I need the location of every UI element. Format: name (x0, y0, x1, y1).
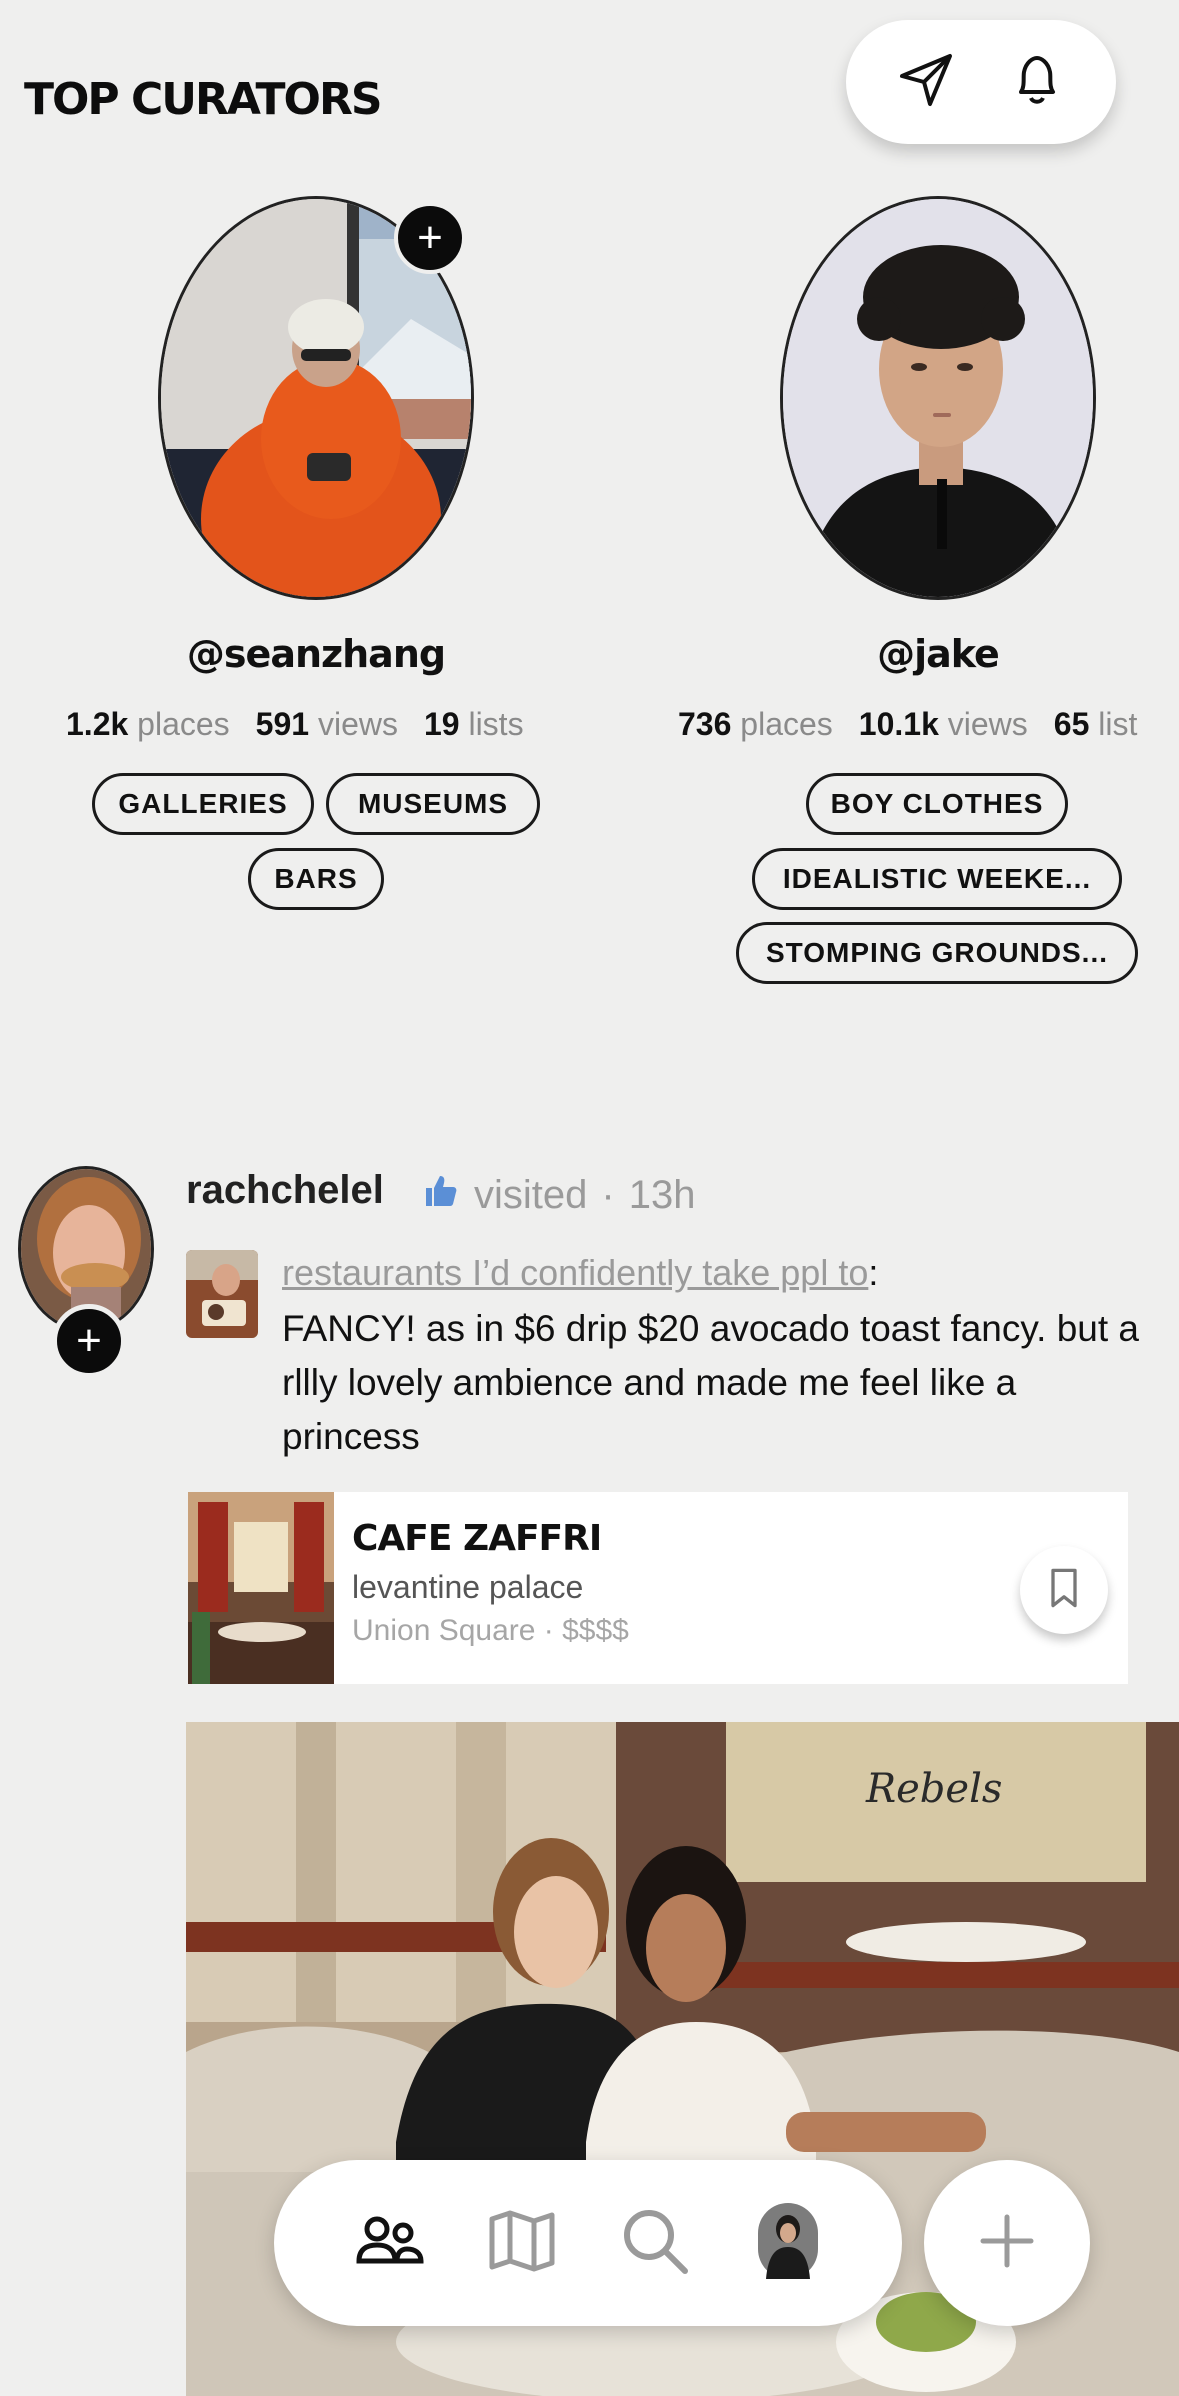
curator-avatar-jake[interactable] (780, 196, 1096, 600)
feed-meta: visited · 13h (420, 1170, 695, 1220)
place-subtitle: levantine palace (352, 1569, 584, 1605)
views-label: views (947, 706, 1028, 742)
tag-chip-bars[interactable]: BARS (248, 848, 384, 910)
feed-time: 13h (628, 1172, 696, 1217)
curator-handle-jake[interactable]: @jake (780, 632, 1096, 676)
tag-chip-galleries[interactable]: GALLERIES (92, 773, 314, 835)
place-name: CAFE ZAFFRI (352, 1518, 602, 1559)
map-icon[interactable] (484, 2203, 560, 2284)
send-icon[interactable] (894, 48, 958, 117)
places-count: 1.2k (66, 706, 129, 742)
lists-label: list (1098, 706, 1138, 742)
follow-seanzhang-button[interactable]: + (394, 202, 466, 274)
top-actions-pill (846, 20, 1116, 144)
views-label: views (317, 706, 398, 742)
feed-username[interactable]: rachchelel (186, 1168, 384, 1213)
list-link[interactable]: restaurants I’d confidently take ppl to: (282, 1252, 878, 1294)
curator-stats-seanzhang: 1.2k places 591 views 19 lists (66, 706, 524, 743)
people-icon[interactable] (351, 2203, 427, 2284)
profile-avatar[interactable] (750, 2202, 826, 2284)
search-icon[interactable] (617, 2203, 693, 2284)
lists-count: 65 (1053, 706, 1090, 742)
follow-rachchelel-button[interactable]: + (52, 1304, 126, 1378)
places-count: 736 (678, 706, 732, 742)
places-label: places (137, 706, 230, 742)
add-post-button[interactable] (924, 2160, 1090, 2326)
list-name: restaurants I’d confidently take ppl to (282, 1252, 869, 1293)
place-location: Union Square · $$$$ (352, 1614, 629, 1647)
bell-icon[interactable] (1005, 48, 1069, 117)
list-thumbnail[interactable] (186, 1250, 258, 1338)
list-colon: : (868, 1252, 879, 1293)
bottom-nav-bar (274, 2160, 902, 2326)
feed-action: visited (474, 1172, 588, 1217)
tag-chip-museums[interactable]: MUSEUMS (326, 773, 540, 835)
place-card[interactable]: CAFE ZAFFRI levantine palace Union Squar… (188, 1492, 1128, 1684)
page-title: TOP CURATORS (24, 74, 383, 125)
views-count: 10.1k (858, 706, 939, 742)
lists-count: 19 (423, 706, 460, 742)
bookmark-button[interactable] (1020, 1546, 1108, 1634)
views-count: 591 (255, 706, 310, 742)
places-label: places (740, 706, 833, 742)
review-text: FANCY! as in $6 drip $20 avocado toast f… (282, 1308, 1139, 1457)
curator-stats-jake: 736 places 10.1k views 65 list (678, 706, 1137, 743)
plus-icon (977, 2211, 1037, 2276)
photo-sign: Rebels (865, 1766, 1002, 1812)
place-thumbnail (188, 1492, 334, 1684)
meta-separator: · (601, 1172, 615, 1217)
bookmark-icon (1042, 1566, 1086, 1615)
tag-chip-idealistic-weekend[interactable]: IDEALISTIC WEEKE... (752, 848, 1122, 910)
thumbs-up-icon (420, 1170, 460, 1220)
tag-chip-boy-clothes[interactable]: BOY CLOTHES (806, 773, 1068, 835)
curator-handle-seanzhang[interactable]: @seanzhang (158, 632, 474, 676)
tag-chip-stomping-grounds[interactable]: STOMPING GROUNDS... (736, 922, 1138, 984)
lists-label: lists (468, 706, 524, 742)
